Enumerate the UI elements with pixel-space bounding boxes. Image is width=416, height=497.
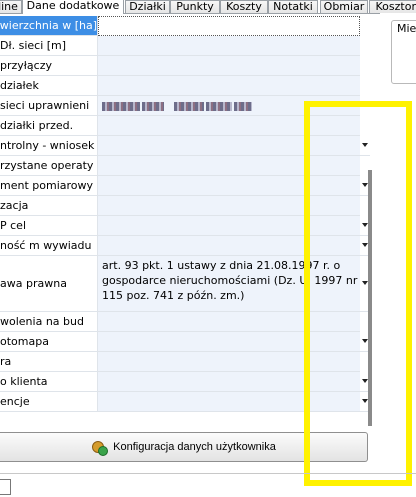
tab-strip: line Dane dodatkowe Działki Punkty Koszty Not… <box>0 0 416 14</box>
property-label-text: o klienta <box>0 375 48 388</box>
property-label-text: ra <box>0 355 12 368</box>
tab-notatki[interactable]: Notatki <box>268 0 318 13</box>
property-row[interactable]: Powierzchnia w [ha] <box>0 16 370 36</box>
tab-line[interactable]: line <box>0 0 22 13</box>
tab-działki[interactable]: Działki <box>125 0 170 13</box>
property-label-text: przyłączy <box>0 59 52 72</box>
property-label: ment pomiarowy <box>0 176 98 196</box>
property-label-text: sieci uprawnieni <box>0 99 90 112</box>
property-label-text: Powierzchnia w [ha] <box>0 19 97 32</box>
property-label: otomapa <box>0 332 98 352</box>
tab-punkty[interactable]: Punkty <box>170 0 220 13</box>
users-config-icon <box>91 439 109 456</box>
tab-obmiar[interactable]: Obmiar <box>320 0 368 13</box>
redacted-value <box>102 99 254 112</box>
property-row[interactable]: przyłączy <box>0 56 370 76</box>
property-label: ra <box>0 352 98 372</box>
property-label-text: zacja <box>0 199 29 212</box>
property-label-text: ment pomiarowy <box>0 179 94 192</box>
property-label-text: działek <box>0 79 39 92</box>
property-label-text: rzystane operaty <box>0 159 94 172</box>
property-label: Powierzchnia w [ha] <box>0 16 98 36</box>
property-label: encje <box>0 392 98 412</box>
property-label: przyłączy <box>0 56 98 76</box>
property-label-text: wolenia na bud <box>0 315 84 328</box>
property-label-text: działki przed. <box>0 119 74 132</box>
property-label: zacja <box>0 196 98 216</box>
property-label: sieci uprawnieni <box>0 96 98 116</box>
property-value[interactable] <box>98 56 360 76</box>
highlight-rectangle <box>304 101 412 486</box>
tab-koszty[interactable]: Koszty <box>220 0 268 13</box>
property-label: ność m wywiadu <box>0 236 98 256</box>
status-divider <box>0 473 416 474</box>
property-label: wolenia na bud <box>0 312 98 332</box>
config-button-label: Konfiguracja danych użytkownika <box>113 441 276 453</box>
right-panel-label: Mie <box>397 22 416 35</box>
property-row[interactable]: Dł. sieci [m] <box>0 36 370 56</box>
property-label: działek <box>0 76 98 96</box>
property-label-text: P cel <box>0 219 27 232</box>
property-label: rzystane operaty <box>0 156 98 176</box>
property-value[interactable] <box>98 36 360 56</box>
property-label: P cel <box>0 216 98 236</box>
property-label: o klienta <box>0 372 98 392</box>
property-label-text: ntrolny - wniosek <box>0 139 95 152</box>
property-label: ntrolny - wniosek <box>0 136 98 156</box>
property-label-text: ność m wywiadu <box>0 239 92 252</box>
tab-kosztory[interactable]: Kosztory <box>369 0 416 13</box>
property-label-text: Dł. sieci [m] <box>0 39 67 52</box>
property-value[interactable] <box>98 16 360 36</box>
property-label: awa prawna <box>0 256 98 312</box>
property-row[interactable]: działek <box>0 76 370 96</box>
property-label: działki przed. <box>0 116 98 136</box>
document-icon[interactable] <box>0 479 11 495</box>
property-value[interactable] <box>98 76 360 96</box>
tab-dane-dodatkowe[interactable]: Dane dodatkowe <box>22 0 124 14</box>
property-label: Dł. sieci [m] <box>0 36 98 56</box>
property-label-text: encje <box>0 395 30 408</box>
property-label-text: awa prawna <box>0 277 67 290</box>
property-label-text: otomapa <box>0 335 49 348</box>
